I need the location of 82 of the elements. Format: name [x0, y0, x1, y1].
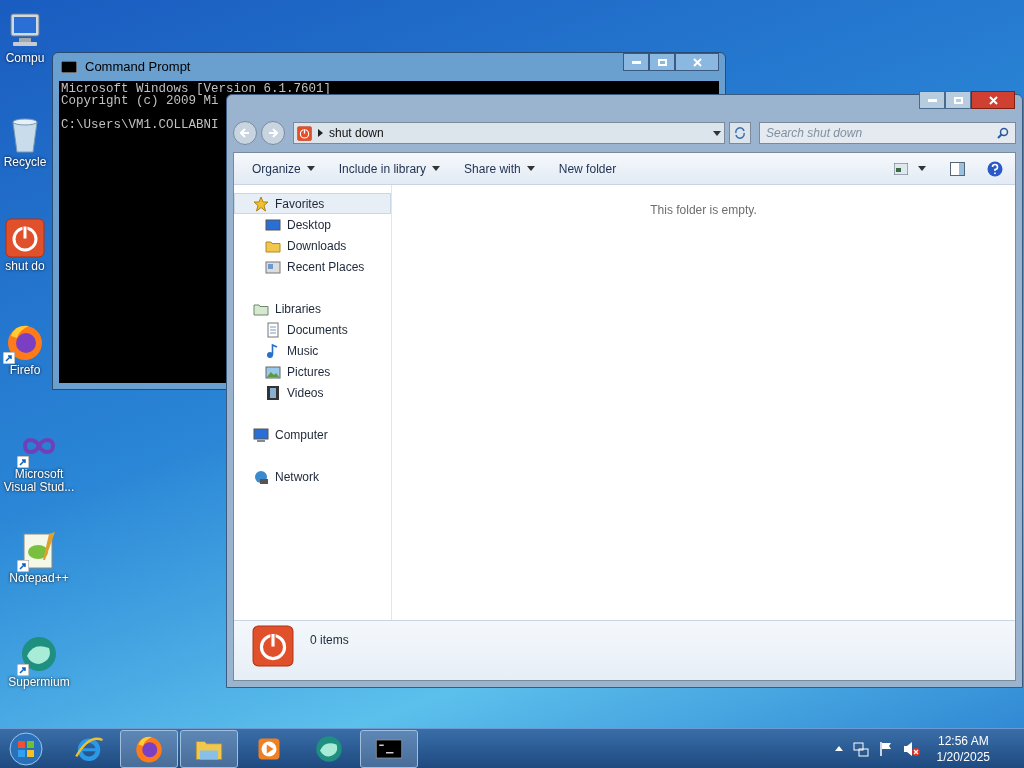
nav-item[interactable]: Music: [234, 340, 391, 361]
nav-item[interactable]: Favorites: [234, 193, 391, 214]
back-arrow-icon: [240, 128, 250, 138]
power-icon: [297, 125, 312, 141]
nav-item[interactable]: Downloads: [234, 235, 391, 256]
shortcut-arrow-icon: [17, 560, 29, 572]
nav-item[interactable]: Videos: [234, 382, 391, 403]
nav-item[interactable]: Recent Places: [234, 256, 391, 277]
chevron-icon: [318, 129, 323, 137]
view-options-button[interactable]: [894, 162, 926, 175]
window-title: Command Prompt: [85, 58, 191, 77]
close-icon: [692, 57, 702, 67]
forward-arrow-icon: [268, 128, 278, 138]
desktop-icon-label[interactable]: Compu: [5, 52, 45, 65]
caret-icon: [432, 166, 441, 171]
desktop-icon-label[interactable]: Recycle: [3, 156, 47, 169]
supermium-logo-icon: [19, 634, 59, 674]
nav-item[interactable]: Documents: [234, 319, 391, 340]
nav-item[interactable]: Pictures: [234, 361, 391, 382]
picture-icon: [265, 363, 281, 380]
caret-icon: [526, 166, 535, 171]
address-bar[interactable]: shut down: [293, 122, 725, 144]
supermium-logo-icon: [314, 733, 344, 764]
desktop-icon-label[interactable]: Firefo: [9, 364, 41, 377]
refresh-button[interactable]: [729, 122, 751, 144]
close-icon: [988, 95, 998, 105]
console-line: Copyright (c) 2009 Mi: [61, 95, 219, 107]
desktop-icon-label[interactable]: Microsoft Visual Stud...: [1, 468, 77, 494]
console-line: C:\Users\VM1.COLLABNI: [61, 119, 220, 131]
desktop-icon-label[interactable]: shut do: [5, 260, 45, 273]
network-icon: [253, 468, 269, 485]
help-button[interactable]: [987, 160, 1003, 177]
desktop-icon: [265, 216, 281, 233]
caret-icon: [918, 166, 926, 171]
caret-icon: [306, 166, 315, 171]
nav-item[interactable]: Computer: [234, 424, 391, 445]
minimize-button[interactable]: [623, 53, 649, 71]
power-icon: [252, 625, 294, 667]
close-button[interactable]: [675, 53, 719, 71]
toolbar-button[interactable]: New folder: [548, 156, 627, 181]
nav-item[interactable]: Desktop: [234, 214, 391, 235]
caret-icon: [713, 130, 721, 136]
console-line: Microsoft Windows [Version 6.1.7601]: [61, 83, 333, 95]
speaker-muted-icon: [902, 740, 921, 757]
preview-pane-button[interactable]: [950, 161, 965, 176]
path-segment[interactable]: shut down: [329, 124, 384, 142]
toolbar-button[interactable]: Include in library: [328, 156, 451, 181]
search-field[interactable]: Search shut down: [759, 122, 1016, 144]
flag-icon: [878, 740, 893, 757]
film-icon: [265, 384, 281, 401]
search-icon: [997, 127, 1009, 139]
windows-logo-icon: [9, 731, 43, 766]
shortcut-arrow-icon: [17, 456, 29, 468]
empty-folder-message: This folder is empty.: [650, 202, 757, 219]
power-icon: [5, 218, 45, 258]
pane-icon: [950, 161, 965, 176]
maximize-button[interactable]: [945, 91, 971, 109]
star-icon: [253, 195, 269, 212]
search-input[interactable]: Search shut down: [766, 124, 997, 142]
help-icon: [987, 160, 1003, 177]
item-count: 0 items: [310, 632, 349, 649]
recent-places-icon: [265, 258, 281, 275]
show-hidden-icons-icon: [834, 746, 843, 751]
network-icon: [852, 740, 869, 757]
refresh-icon: [734, 127, 746, 139]
terminal-icon: [61, 61, 77, 73]
computer-icon: [253, 426, 269, 443]
document-icon: [265, 321, 281, 338]
nav-item[interactable]: Network: [234, 466, 391, 487]
shortcut-arrow-icon: [17, 664, 29, 676]
taskbar-button[interactable]: [360, 729, 418, 768]
shortcut-arrow-icon: [3, 352, 15, 364]
forward-button[interactable]: [261, 121, 285, 145]
toolbar-button[interactable]: Organize: [242, 156, 325, 181]
maximize-button[interactable]: [649, 53, 675, 71]
nav-item[interactable]: Libraries: [234, 298, 391, 319]
view-icon: [894, 162, 908, 175]
clock[interactable]: 12:56 AM 1/20/2025: [936, 732, 990, 765]
minimize-button[interactable]: [919, 91, 945, 109]
toolbar-button[interactable]: Share with: [454, 156, 545, 181]
back-button[interactable]: [233, 121, 257, 145]
close-button[interactable]: [971, 91, 1015, 109]
